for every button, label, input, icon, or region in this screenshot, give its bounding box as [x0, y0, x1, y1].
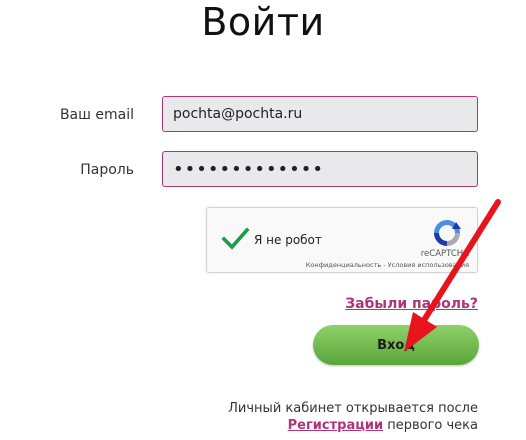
- password-field[interactable]: [162, 151, 478, 187]
- registration-note-line1: Личный кабинет открывается после: [228, 401, 478, 416]
- registration-note-line2: Регистрации первого чека: [228, 417, 478, 434]
- email-field[interactable]: [162, 96, 478, 132]
- login-page: Войти Ваш email Пароль Я не робот reCAPT…: [0, 0, 526, 440]
- registration-link[interactable]: Регистрации: [288, 418, 383, 433]
- registration-note: Личный кабинет открывается после Регистр…: [228, 400, 478, 434]
- registration-note-rest: первого чека: [383, 418, 478, 433]
- checkmark-icon[interactable]: [220, 224, 250, 254]
- recaptcha-brand: reCAPTCHA: [420, 249, 469, 259]
- recaptcha-label: Я не робот: [254, 233, 322, 247]
- recaptcha-terms-links[interactable]: Конфиденциальность - Условия использован…: [306, 261, 469, 269]
- password-label: Пароль: [80, 162, 134, 178]
- login-button[interactable]: Вход: [313, 325, 479, 365]
- page-title: Войти: [201, 0, 325, 44]
- recaptcha-logo-icon: [434, 220, 461, 246]
- recaptcha-widget[interactable]: Я не робот reCAPTCHA Конфиденциальность …: [206, 207, 478, 273]
- email-label: Ваш email: [59, 107, 134, 123]
- forgot-password-link[interactable]: Забыли пароль?: [345, 296, 478, 312]
